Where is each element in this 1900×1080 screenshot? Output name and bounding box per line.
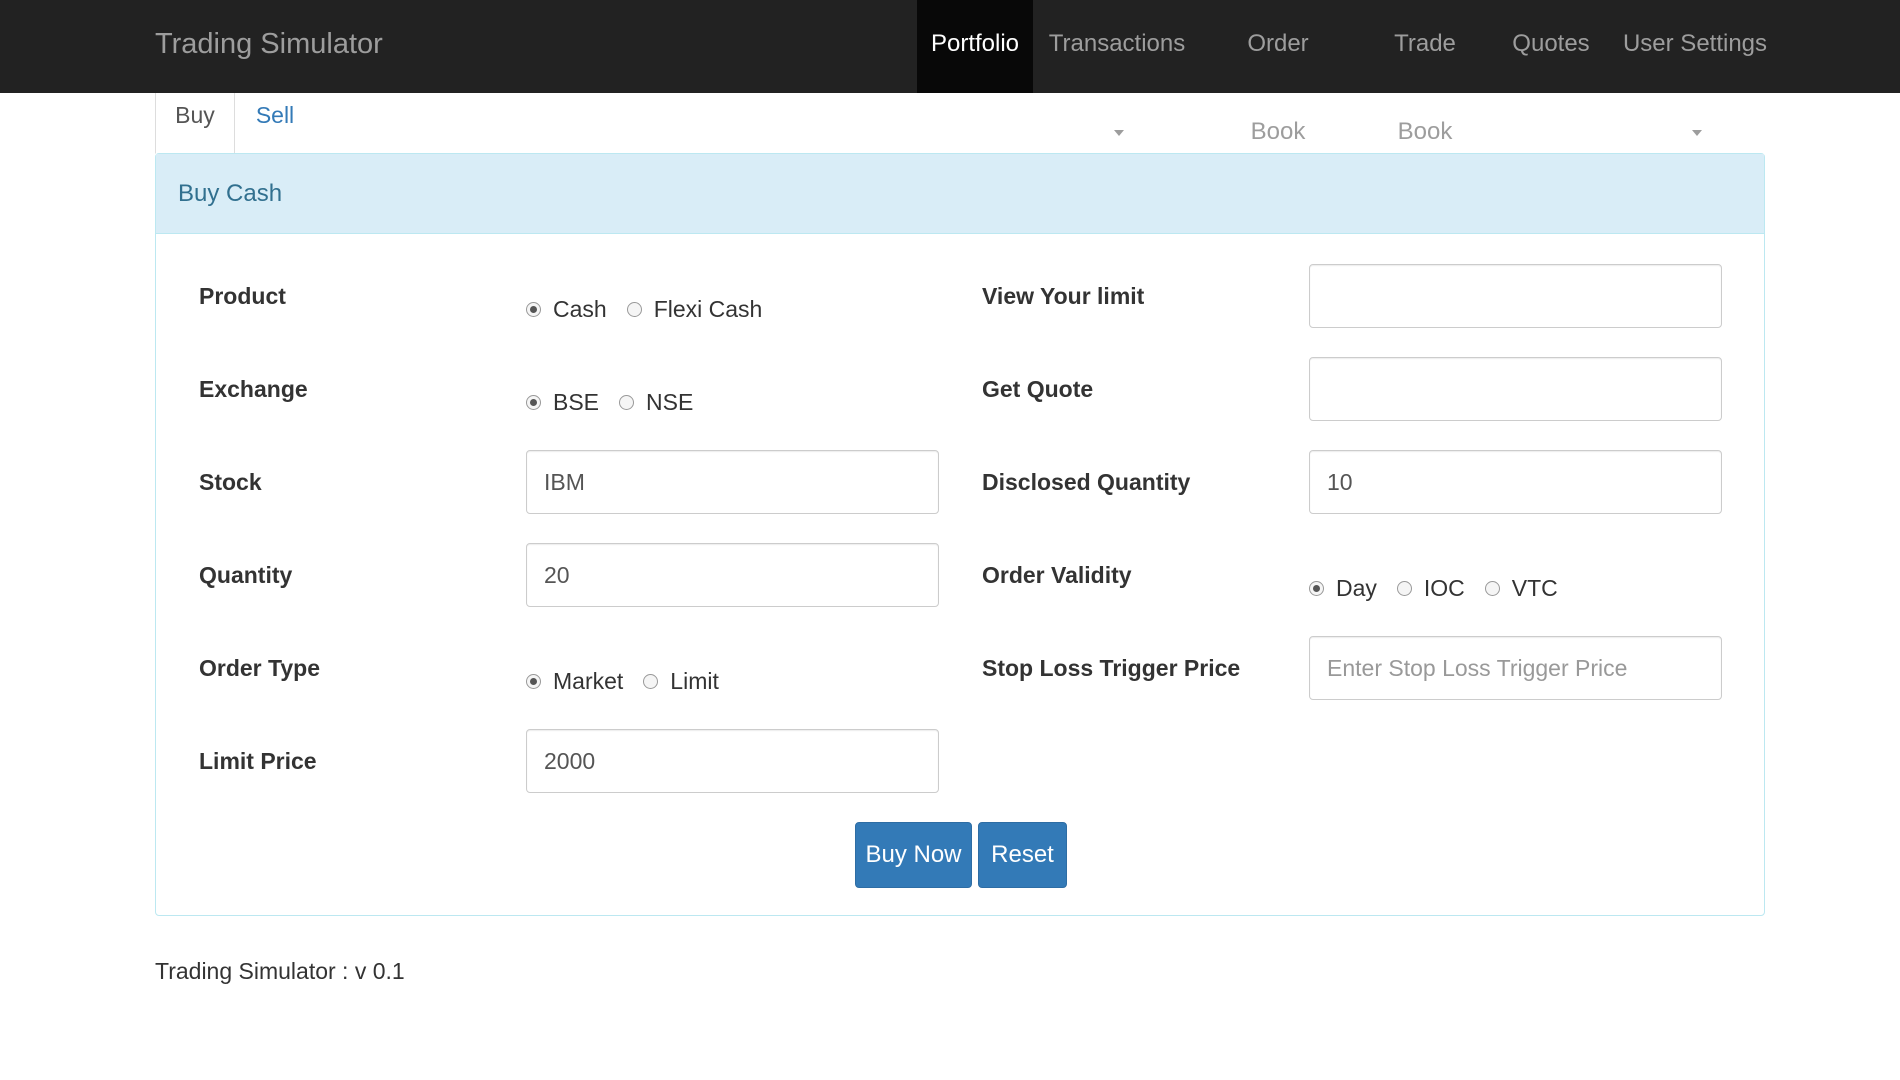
stock-input[interactable] — [526, 450, 939, 514]
radio-unchecked-icon[interactable] — [626, 301, 642, 317]
stop-loss-label: Stop Loss Trigger Price — [982, 655, 1241, 681]
panel-heading: Buy Cash — [156, 154, 1764, 234]
nav-item-trade-book[interactable]: Trade Book — [1365, 0, 1485, 145]
radio-checked-icon[interactable] — [526, 673, 541, 689]
radio-label: NSE — [646, 388, 694, 415]
order-type-radio-group: Market Limit — [526, 666, 739, 696]
disclosed-quantity-label: Disclosed Quantity — [982, 469, 1191, 495]
product-option-flexi-cash[interactable]: Flexi Cash — [626, 295, 763, 323]
exchange-radio-group: BSE NSE — [526, 387, 713, 417]
view-limit-label: View Your limit — [982, 283, 1145, 309]
buy-sell-tabs: Buy Sell — [155, 93, 1765, 154]
stop-loss-input[interactable] — [1309, 636, 1722, 700]
nav-item-portfolio[interactable]: Portfolio — [917, 0, 1033, 93]
radio-label: VTC — [1511, 574, 1558, 601]
order-type-option-market[interactable]: Market — [526, 668, 623, 695]
radio-unchecked-icon[interactable] — [1396, 580, 1412, 596]
order-validity-option-ioc[interactable]: IOC — [1396, 574, 1465, 602]
reset-button[interactable]: Reset — [978, 822, 1067, 888]
order-type-label: Order Type — [199, 655, 320, 681]
product-radio-group: Cash Flexi Cash — [526, 294, 782, 324]
tab-buy[interactable]: Buy — [155, 93, 235, 154]
nav-item-label: Portfolio — [930, 30, 1020, 57]
radio-unchecked-icon[interactable] — [1484, 580, 1500, 596]
radio-label: Cash — [553, 295, 607, 322]
radio-label: Limit — [670, 667, 719, 694]
quantity-label: Quantity — [199, 562, 293, 588]
tab-label: Sell — [255, 102, 295, 128]
nav-item-quotes[interactable]: Quotes — [1510, 0, 1592, 93]
view-limit-input[interactable] — [1309, 264, 1722, 328]
nav-item-label: Transactions — [1048, 30, 1186, 57]
radio-checked-icon[interactable] — [526, 301, 541, 317]
limit-price-label: Limit Price — [199, 748, 317, 774]
get-quote-input[interactable] — [1309, 357, 1722, 421]
nav-item-transactions[interactable]: Transactions — [1047, 0, 1187, 136]
buy-now-button[interactable]: Buy Now — [855, 822, 972, 888]
nav-item-label: Quotes — [1512, 30, 1590, 57]
radio-unchecked-icon[interactable] — [619, 394, 635, 410]
tab-sell[interactable]: Sell — [235, 93, 315, 154]
nav-item-label: User Settings — [1622, 30, 1768, 57]
exchange-option-bse[interactable]: BSE — [526, 389, 599, 416]
order-validity-radio-group: Day IOC VTC — [1309, 573, 1578, 603]
product-option-cash[interactable]: Cash — [526, 296, 607, 323]
quantity-input[interactable] — [526, 543, 939, 607]
order-validity-label: Order Validity — [982, 562, 1132, 588]
order-type-option-limit[interactable]: Limit — [643, 668, 719, 695]
radio-label: IOC — [1423, 574, 1465, 601]
top-navbar: Trading Simulator Portfolio Transactions… — [0, 0, 1900, 145]
tab-label: Buy — [175, 102, 215, 128]
disclosed-quantity-input[interactable] — [1309, 450, 1722, 514]
exchange-option-nse[interactable]: NSE — [619, 389, 693, 416]
radio-label: Flexi Cash — [653, 295, 763, 322]
get-quote-label: Get Quote — [982, 376, 1094, 402]
radio-label: BSE — [553, 388, 600, 415]
exchange-label: Exchange — [199, 376, 308, 402]
stock-label: Stock — [199, 469, 262, 495]
radio-checked-icon[interactable] — [1309, 580, 1324, 596]
nav-item-user-settings[interactable]: User Settings — [1620, 0, 1770, 136]
order-validity-option-vtc[interactable]: VTC — [1484, 574, 1558, 602]
order-validity-option-day[interactable]: Day — [1309, 575, 1377, 602]
footer-version: Trading Simulator : v 0.1 — [155, 958, 405, 984]
radio-checked-icon[interactable] — [526, 394, 541, 410]
radio-unchecked-icon[interactable] — [643, 673, 659, 689]
radio-label: Market — [553, 667, 624, 694]
limit-price-input[interactable] — [526, 729, 939, 793]
radio-label: Day — [1336, 574, 1377, 601]
product-label: Product — [199, 283, 286, 309]
navbar-brand[interactable]: Trading Simulator — [155, 0, 383, 93]
nav-item-order-book[interactable]: Order Book — [1218, 0, 1338, 145]
